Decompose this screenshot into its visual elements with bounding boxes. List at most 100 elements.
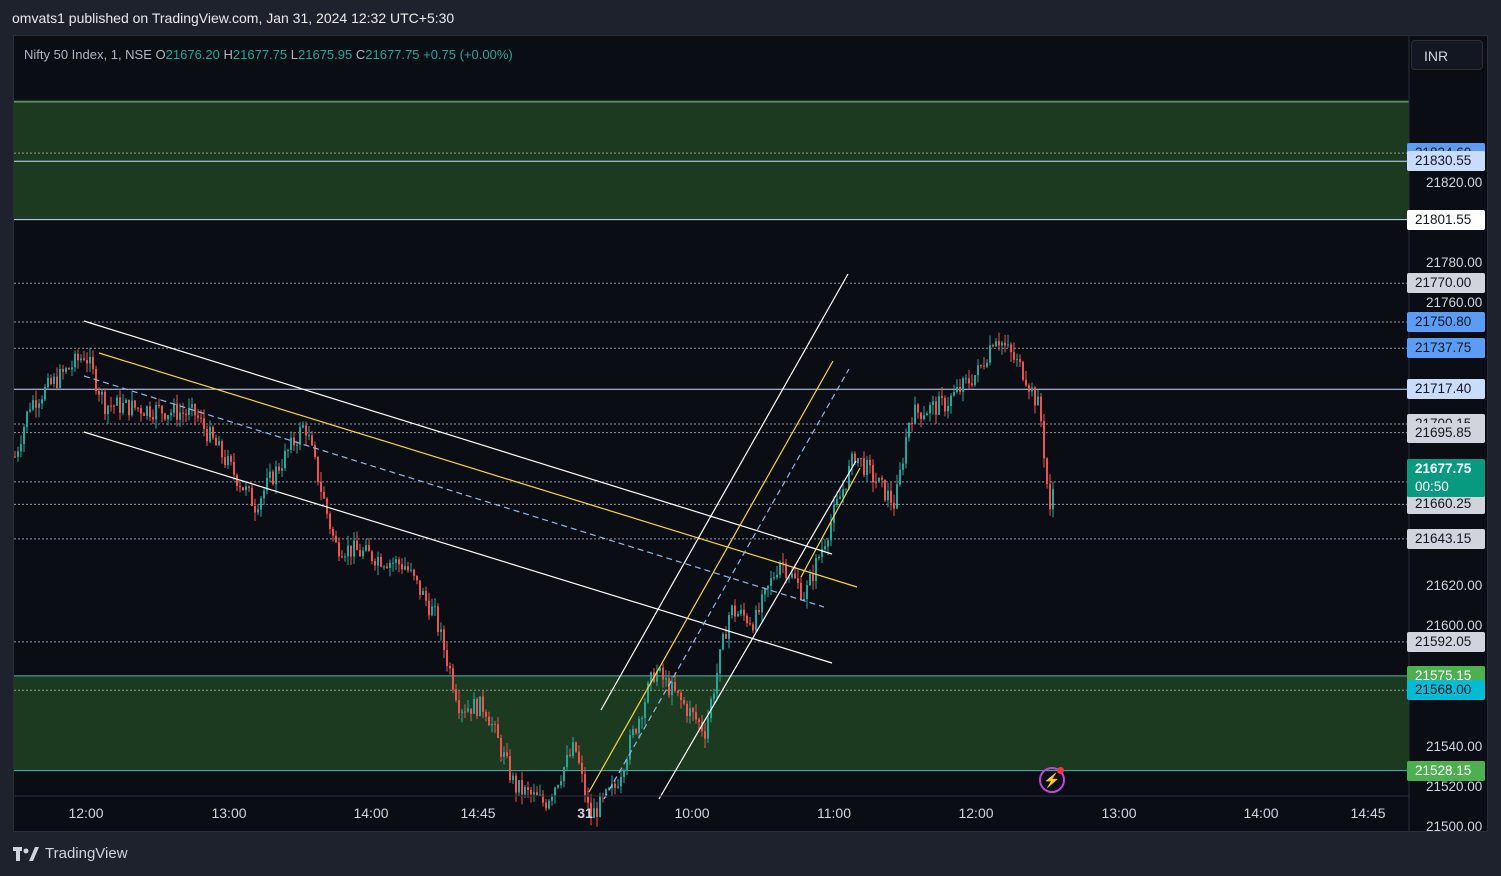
candle-body	[500, 737, 502, 757]
candle-body	[527, 787, 529, 790]
price-level-tag[interactable]: 21568.00	[1407, 680, 1485, 701]
candle-body	[671, 682, 673, 696]
candle-body	[290, 437, 292, 450]
tradingview-logo[interactable]: TradingView	[13, 845, 128, 862]
candle-body	[998, 341, 1000, 346]
candle-body	[953, 392, 955, 396]
candle-body	[761, 594, 763, 613]
candle-body	[1010, 344, 1012, 353]
candle-body	[401, 564, 403, 570]
candle-body	[596, 808, 598, 817]
candle-body	[902, 463, 904, 470]
candle-body	[779, 562, 781, 575]
candle-body	[44, 386, 46, 400]
candle-body	[284, 450, 286, 469]
candle-body	[320, 481, 322, 492]
candle-body	[803, 598, 805, 600]
candle-body	[782, 562, 784, 564]
candle-body	[890, 490, 892, 503]
candle-body	[308, 435, 310, 437]
candle-body	[926, 413, 928, 416]
candle-body	[911, 423, 913, 425]
candle-body	[737, 613, 739, 617]
candle-body	[1040, 396, 1042, 422]
price-level-tag[interactable]: 21737.75	[1407, 338, 1485, 359]
candle-body	[1022, 361, 1024, 380]
candle-body	[167, 415, 169, 420]
candle-body	[101, 391, 103, 395]
price-chart-canvas[interactable]	[14, 36, 1488, 832]
price-level-tag[interactable]: 21770.00	[1407, 273, 1485, 294]
price-level-tag[interactable]: 21592.05	[1407, 631, 1485, 652]
candle-body	[383, 566, 385, 568]
price-level-tag[interactable]: 21695.85	[1407, 422, 1485, 443]
candle-body	[875, 482, 877, 484]
price-level-tag[interactable]: 21528.15	[1407, 760, 1485, 781]
candle-body	[281, 468, 283, 471]
price-level-tag[interactable]: 21717.40	[1407, 379, 1485, 400]
candle-body	[968, 378, 970, 384]
price-level-tag[interactable]: 21660.25	[1407, 494, 1485, 515]
symbol-label[interactable]: Nifty 50 Index, 1, NSE	[24, 47, 152, 62]
candle-body	[530, 789, 532, 795]
candle-body	[746, 615, 748, 624]
candle-body	[1046, 458, 1048, 484]
candle-body	[257, 509, 259, 513]
candle-body	[179, 412, 181, 420]
current-price-tag[interactable]: 21677.75 00:50	[1407, 459, 1485, 498]
candle-body	[956, 386, 958, 393]
candle-body	[344, 556, 346, 558]
candle-body	[980, 365, 982, 367]
candle-body	[458, 700, 460, 713]
candle-body	[113, 405, 115, 407]
candle-body	[326, 498, 328, 514]
candle-body	[341, 556, 343, 558]
currency-button[interactable]: INR	[1411, 40, 1483, 70]
candle-body	[47, 377, 49, 387]
candle-body	[410, 569, 412, 571]
price-level-tag[interactable]: 21830.55	[1407, 151, 1485, 172]
candle-body	[452, 668, 454, 690]
candle-body	[776, 574, 778, 578]
candle-body	[146, 406, 148, 416]
candle-body	[791, 573, 793, 578]
candle-body	[485, 711, 487, 717]
candle-body	[32, 400, 34, 410]
price-level-tag[interactable]: 21801.55	[1407, 209, 1485, 230]
price-level-tag[interactable]: 21643.15	[1407, 528, 1485, 549]
candle-body	[431, 606, 433, 616]
candle-body	[827, 540, 829, 547]
candle-body	[734, 605, 736, 617]
candle-body	[878, 477, 880, 483]
candle-body	[119, 397, 121, 413]
candle-body	[749, 623, 751, 625]
candle-body	[497, 724, 499, 738]
candle-body	[665, 678, 667, 680]
candle-body	[20, 444, 22, 452]
candle-body	[995, 341, 997, 347]
candle-body	[446, 650, 448, 666]
candle-body	[914, 404, 916, 424]
candle-body	[845, 488, 847, 490]
open-label: O	[155, 47, 166, 62]
candle-body	[317, 456, 319, 482]
candle-body	[692, 708, 694, 713]
candle-body	[488, 716, 490, 726]
candle-body	[674, 682, 676, 691]
candle-body	[425, 591, 427, 601]
candle-body	[860, 458, 862, 460]
candle-body	[767, 585, 769, 589]
candle-body	[932, 401, 934, 405]
candle-body	[149, 406, 151, 418]
candle-body	[104, 391, 106, 415]
candle-body	[509, 756, 511, 781]
price-level-tag[interactable]: 21750.80	[1407, 311, 1485, 332]
price-axis-label: 21540.00	[1426, 738, 1483, 754]
chart-pane[interactable]: Nifty 50 Index, 1, NSE O21676.20 H21677.…	[13, 35, 1488, 832]
candle-body	[1001, 342, 1003, 346]
candle-body	[353, 540, 355, 557]
candle-body	[716, 673, 718, 694]
candle-body	[965, 378, 967, 380]
candle-body	[476, 698, 478, 717]
candle-body	[470, 708, 472, 714]
